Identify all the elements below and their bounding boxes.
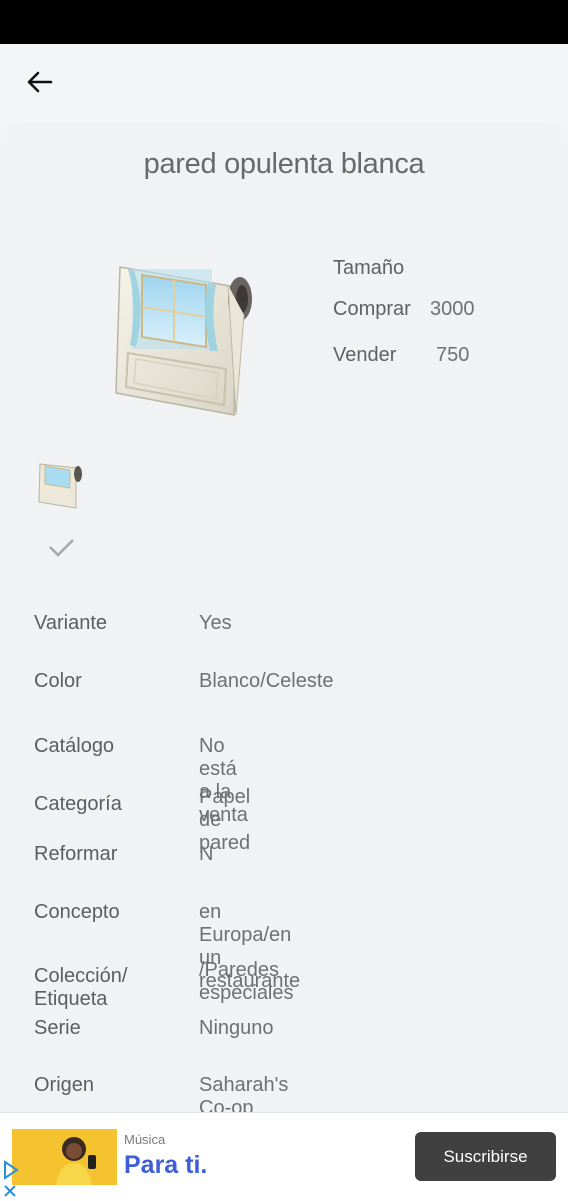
detail-label-reformar: Reformar [34, 843, 118, 865]
detail-label-variante: Variante [34, 612, 108, 634]
ad-category: Música [124, 1132, 166, 1147]
detail-value-serie: Ninguno [199, 1017, 274, 1039]
wallpaper-image [115, 266, 252, 416]
back-button[interactable] [20, 62, 60, 102]
detail-label-categoria: Categoría [34, 793, 122, 815]
detail-label-color: Color [34, 670, 82, 692]
subscribe-button[interactable]: Suscribirse [415, 1132, 556, 1181]
detail-label-concepto: Concepto [34, 901, 120, 923]
detail-value-color: Blanco/Celeste [199, 670, 334, 692]
ad-headline[interactable]: Para ti. [124, 1151, 207, 1180]
detail-label-coleccion: Colección/ Etiqueta [34, 965, 128, 1010]
buy-label: Comprar [333, 298, 411, 320]
close-icon[interactable] [2, 1183, 18, 1199]
buy-price: 3000 [430, 298, 475, 320]
status-bar [0, 0, 568, 44]
arrow-left-icon [27, 71, 53, 93]
top-app-bar [0, 44, 568, 124]
sell-price: 750 [436, 344, 470, 366]
checkmark-icon [49, 539, 74, 557]
sell-label: Vender [333, 344, 397, 366]
detail-value-reformar: N [199, 843, 214, 865]
detail-label-origen: Origen [34, 1074, 95, 1096]
detail-value-coleccion: /Paredes especiales [199, 959, 294, 1004]
size-label: Tamaño [333, 257, 405, 279]
detail-label-catalogo: Catálogo [34, 735, 115, 757]
detail-value-variante: Yes [199, 612, 232, 634]
ad-banner[interactable]: Música Para ti. Suscribirse [0, 1112, 568, 1201]
ad-choices-icon[interactable] [2, 1159, 20, 1181]
item-title: pared opulenta blanca [143, 148, 425, 180]
variant-thumbnail[interactable] [34, 458, 86, 514]
detail-label-serie: Serie [34, 1017, 81, 1039]
ad-image[interactable] [12, 1129, 117, 1185]
